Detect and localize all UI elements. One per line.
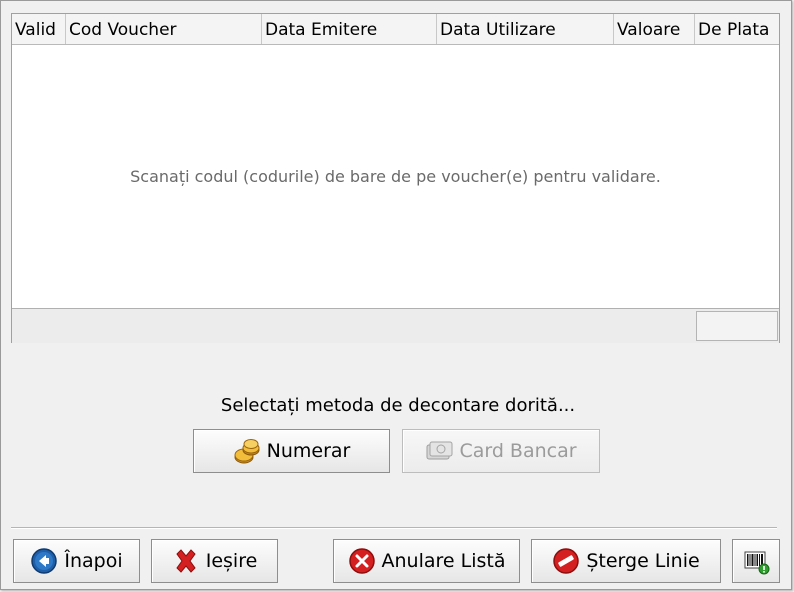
barcode-button[interactable] — [732, 539, 780, 583]
bank-card-icon — [425, 437, 453, 465]
cancel-list-button-label: Anulare Listă — [381, 550, 506, 572]
exit-button[interactable]: Ieșire — [151, 539, 278, 583]
voucher-window: Valid Cod Voucher Data Emitere Data Util… — [0, 0, 792, 590]
grid-footer-total-cell — [696, 311, 778, 341]
back-button[interactable]: Înapoi — [13, 539, 140, 583]
card-button-label: Card Bancar — [459, 440, 577, 462]
column-header-valid[interactable]: Valid — [12, 14, 66, 44]
column-header-valoare[interactable]: Valoare — [614, 14, 695, 44]
card-button[interactable]: Card Bancar — [402, 429, 600, 473]
barcode-icon — [742, 547, 770, 575]
grid-footer — [12, 308, 779, 343]
cancel-list-button[interactable]: Anulare Listă — [333, 539, 520, 583]
grid-body: Scanați codul (codurile) de bare de pe v… — [12, 45, 779, 307]
cash-button[interactable]: Numerar — [193, 429, 390, 473]
delete-line-button-label: Șterge Linie — [586, 550, 700, 572]
grid-header: Valid Cod Voucher Data Emitere Data Util… — [12, 14, 779, 45]
payment-method-prompt: Selectați metoda de decontare dorită... — [220, 395, 576, 416]
column-header-cod-voucher[interactable]: Cod Voucher — [66, 14, 262, 44]
voucher-grid[interactable]: Valid Cod Voucher Data Emitere Data Util… — [11, 13, 780, 343]
back-arrow-icon — [30, 547, 58, 575]
delete-line-button[interactable]: Șterge Linie — [531, 539, 721, 583]
exit-button-label: Ieșire — [205, 550, 258, 572]
column-header-de-plata[interactable]: De Plata — [695, 14, 779, 44]
grid-empty-message: Scanați codul (codurile) de bare de pe v… — [130, 166, 661, 186]
column-header-data-utilizare[interactable]: Data Utilizare — [437, 14, 614, 44]
bottom-separator — [11, 527, 777, 529]
cash-button-label: Numerar — [266, 440, 351, 462]
red-x-icon — [172, 547, 200, 575]
back-button-label: Înapoi — [64, 550, 123, 572]
no-entry-icon — [552, 547, 580, 575]
red-circle-x-icon — [348, 547, 376, 575]
column-header-data-emitere[interactable]: Data Emitere — [262, 14, 437, 44]
coins-icon — [233, 437, 261, 465]
